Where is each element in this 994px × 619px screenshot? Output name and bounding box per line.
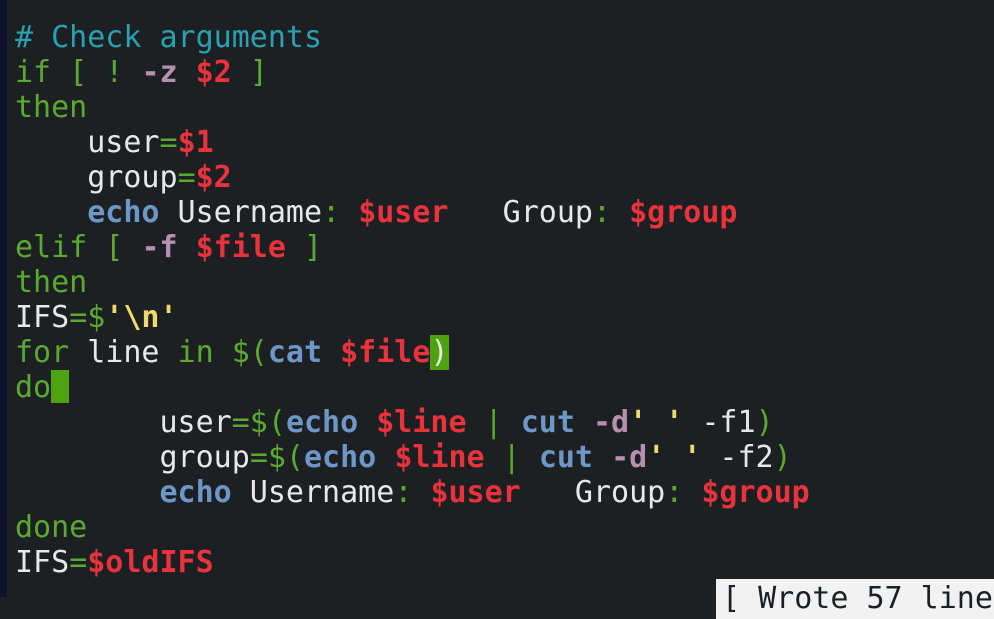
code-token: Group [520,475,666,510]
code-token: ] [285,230,323,265]
code-token: $file [195,230,286,265]
code-token: -f1 [683,405,756,440]
code-token: cat [267,335,323,370]
code-token: : [665,475,684,510]
code-token: =$( [249,440,304,475]
code-token: $group [701,475,810,510]
code-token: ' ' [647,440,702,475]
code-token: user [15,405,232,440]
status-message: [ Wrote 57 lines ] [716,579,994,619]
code-line[interactable]: do [15,370,810,405]
code-token: $file [340,335,431,370]
code-token: $user [358,195,449,230]
code-token: cut [538,440,593,475]
code-line[interactable]: group=$(echo $line | cut -d' ' -f2) [15,440,810,475]
code-token: group [15,440,250,475]
code-token: echo [159,475,232,510]
code-token: # Check arguments [15,20,323,55]
code-token: ) [773,440,792,475]
code-token: do [15,370,52,405]
code-token: : [593,195,612,230]
code-token: echo [87,195,160,230]
code-line[interactable]: user=$1 [15,125,810,160]
code-token: = [159,125,178,160]
code-token: : [394,475,413,510]
code-token: echo [304,440,377,475]
code-line[interactable]: IFS=$oldIFS [15,545,810,580]
code-token: line [69,335,178,370]
code-token: =$ [69,300,106,335]
text-cursor [51,370,70,403]
code-line[interactable]: group=$2 [15,160,810,195]
code-token: IFS [15,545,70,580]
code-editor[interactable]: # Check arguments if [ ! -z $2 ] then user… [15,20,810,580]
code-token: =$( [231,405,286,440]
code-token: '\n' [105,300,178,335]
code-token: ] [231,55,268,90]
code-token: : [322,195,341,230]
code-token: $user [430,475,521,510]
code-line[interactable]: for line in $(cat $file) [15,335,810,370]
window-edge [0,0,7,597]
code-token: = [69,545,88,580]
code-token: -d [611,440,648,475]
code-token: | [484,440,539,475]
code-token: $line [394,440,485,475]
text-cursor: ) [430,335,449,370]
code-line[interactable]: then [15,265,810,300]
code-token: in [177,335,214,370]
code-token: group [15,160,178,195]
code-line[interactable]: IFS=$'\n' [15,300,810,335]
code-token: -d [593,405,630,440]
code-token: $2 [195,55,232,90]
code-token: done [15,510,88,545]
code-token: | [466,405,521,440]
code-token: $oldIFS [87,545,214,580]
code-token: then [15,90,88,125]
code-token: $2 [195,160,232,195]
code-token: for [15,335,70,370]
code-token: ' ' [629,405,684,440]
code-token: -f [141,230,178,265]
code-token: Username [231,475,395,510]
code-token: $1 [177,125,214,160]
code-line[interactable]: elif [ -f $file ] [15,230,810,265]
code-token: $( [213,335,268,370]
code-token: ) [755,405,774,440]
code-token: Username [159,195,323,230]
code-line[interactable]: then [15,90,810,125]
code-token: = [177,160,196,195]
code-token: IFS [15,300,70,335]
code-token: user [15,125,160,160]
code-token: Group [448,195,593,230]
code-line[interactable]: done [15,510,810,545]
code-line[interactable]: user=$(echo $line | cut -d' ' -f1) [15,405,810,440]
code-token: $line [376,405,467,440]
code-line[interactable]: if [ ! -z $2 ] [15,55,810,90]
code-line[interactable]: # Check arguments [15,20,810,55]
code-token: if [ ! [15,55,142,90]
code-line[interactable]: echo Username: $user Group: $group [15,475,810,510]
code-token: cut [520,405,575,440]
code-token: $group [629,195,738,230]
code-token: -f2 [701,440,774,475]
code-token: then [15,265,88,300]
code-token: echo [285,405,359,440]
code-token: -z [141,55,178,90]
code-line[interactable]: echo Username: $user Group: $group [15,195,810,230]
code-token: elif [ [15,230,142,265]
